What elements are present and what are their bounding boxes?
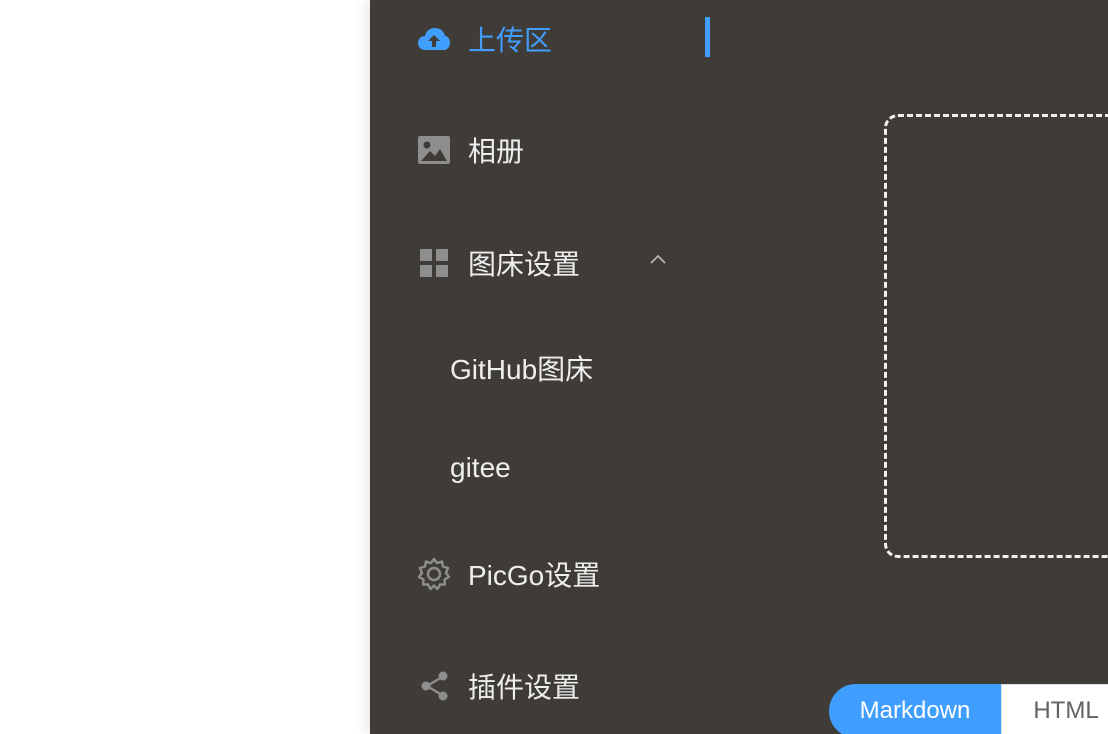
sidebar: 上传区 相册 图床设置 GitHub图床 gitee PicGo设置 插件设置	[370, 0, 710, 734]
sidebar-item-label: 上传区	[468, 25, 553, 56]
sidebar-item-picgo-settings[interactable]: PicGo设置	[416, 554, 600, 594]
gear-icon	[416, 556, 452, 592]
share-icon	[416, 668, 452, 704]
image-icon	[416, 132, 452, 168]
submenu-item-label: gitee	[450, 452, 511, 483]
screen: 上传区 相册 图床设置 GitHub图床 gitee PicGo设置 插件设置 …	[0, 0, 1108, 734]
active-indicator	[705, 17, 710, 57]
sidebar-item-label: PicGo设置	[468, 560, 601, 591]
grid-icon	[416, 245, 452, 281]
sidebar-item-label: 图床设置	[468, 249, 581, 280]
submenu-item-github[interactable]: GitHub图床	[450, 348, 593, 388]
sidebar-item-picbed-settings[interactable]: 图床设置	[416, 243, 580, 283]
blank-area	[0, 0, 370, 734]
format-markdown-button[interactable]: Markdown	[829, 684, 1001, 734]
chevron-up-icon[interactable]	[648, 249, 668, 269]
app-window: 上传区 相册 图床设置 GitHub图床 gitee PicGo设置 插件设置 …	[370, 0, 1108, 734]
sidebar-item-label: 相册	[468, 136, 525, 167]
upload-drop-zone[interactable]	[884, 114, 1108, 558]
sidebar-item-upload[interactable]: 上传区	[416, 19, 552, 59]
submenu-item-label: GitHub图床	[450, 354, 594, 385]
sidebar-item-label: 插件设置	[468, 672, 581, 703]
format-html-button[interactable]: HTML	[1001, 684, 1108, 734]
submenu-item-gitee[interactable]: gitee	[450, 448, 511, 488]
sidebar-item-plugin-settings[interactable]: 插件设置	[416, 666, 580, 706]
link-format-toggle: Markdown HTML	[829, 684, 1108, 734]
cloud-upload-icon	[416, 21, 452, 57]
sidebar-item-album[interactable]: 相册	[416, 130, 524, 170]
